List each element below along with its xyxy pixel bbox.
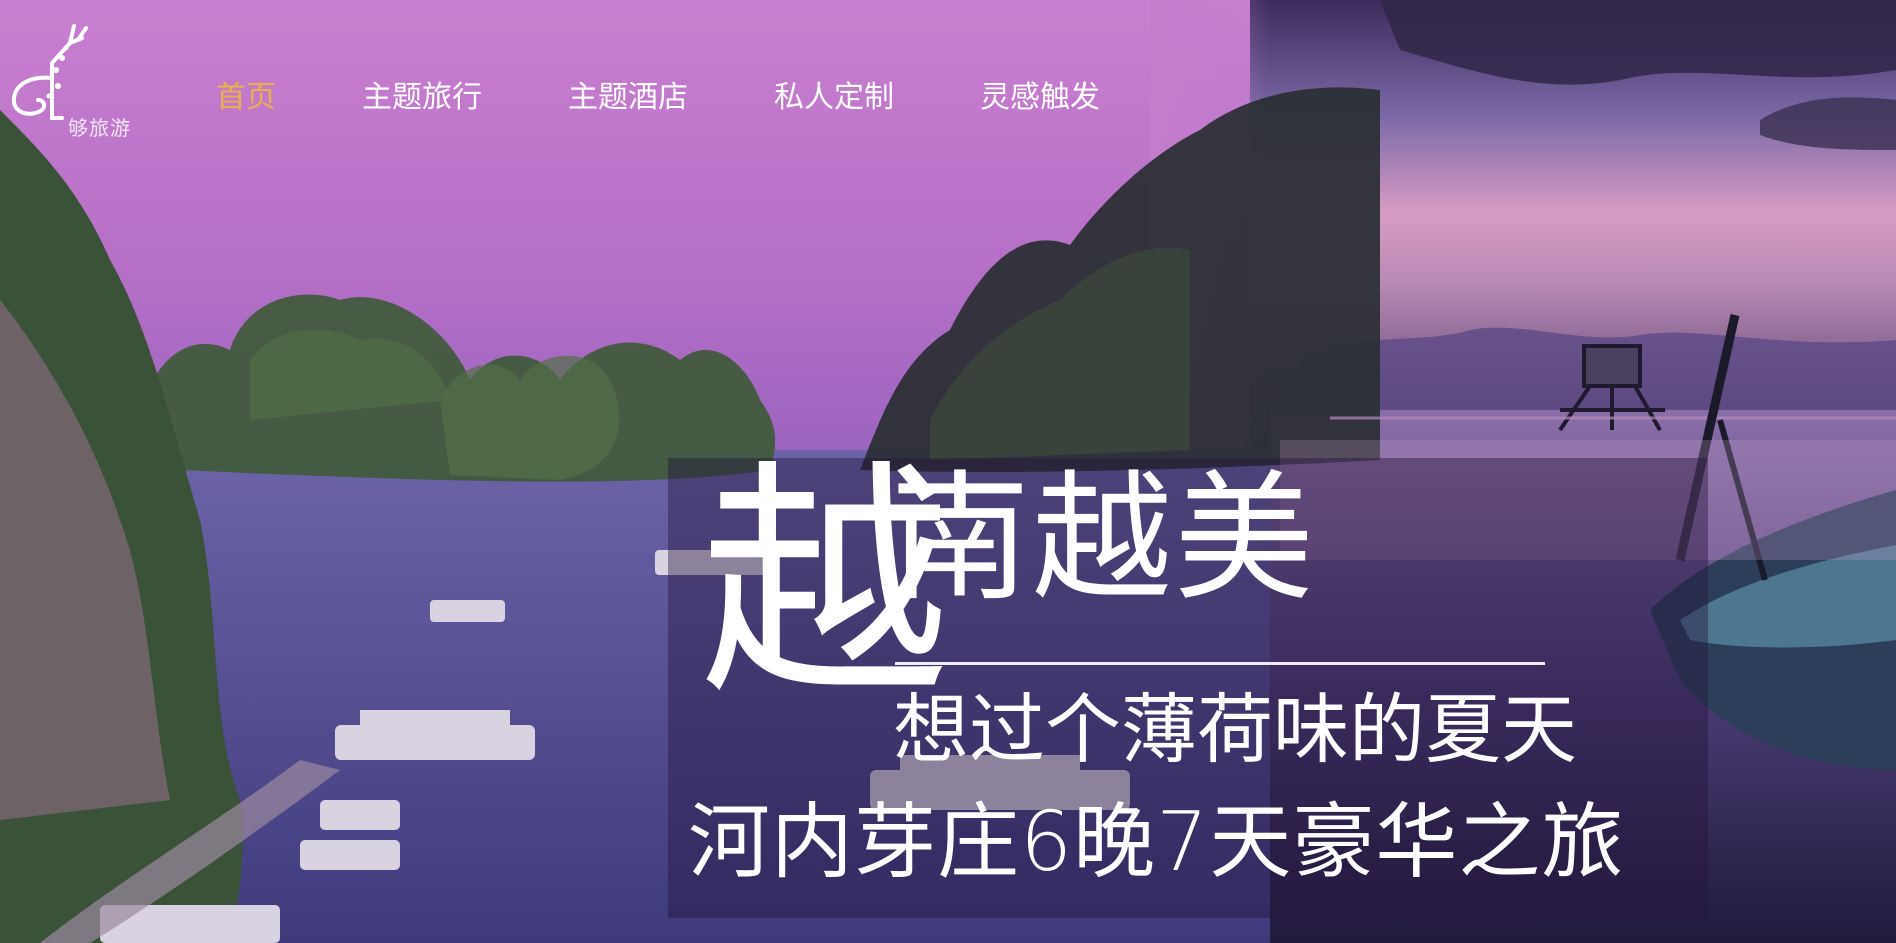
nav-item-theme-hotel[interactable]: 主题酒店 <box>568 72 688 116</box>
nav-item-theme-travel[interactable]: 主题旅行 <box>362 72 482 116</box>
top-navigation: 够旅游 首页 主题旅行 主题酒店 私人定制 灵感触发 <box>0 0 1896 190</box>
brand-logo-text: 够旅游 <box>68 116 131 140</box>
banner-subtitle: 想过个薄荷味的夏天 <box>893 685 1577 774</box>
main-menu: 首页 主题旅行 主题酒店 私人定制 灵感触发 <box>216 72 1186 116</box>
banner-divider <box>895 662 1545 665</box>
banner-tagline[interactable]: 河内芽庄6晚7天豪华之旅 <box>688 802 1624 884</box>
nav-item-inspiration[interactable]: 灵感触发 <box>980 72 1100 116</box>
banner-title: 南越美 <box>890 458 1317 621</box>
nav-item-private-custom[interactable]: 私人定制 <box>774 72 894 116</box>
brand-logo[interactable]: 够旅游 <box>2 18 132 140</box>
nav-item-home[interactable]: 首页 <box>216 72 276 116</box>
